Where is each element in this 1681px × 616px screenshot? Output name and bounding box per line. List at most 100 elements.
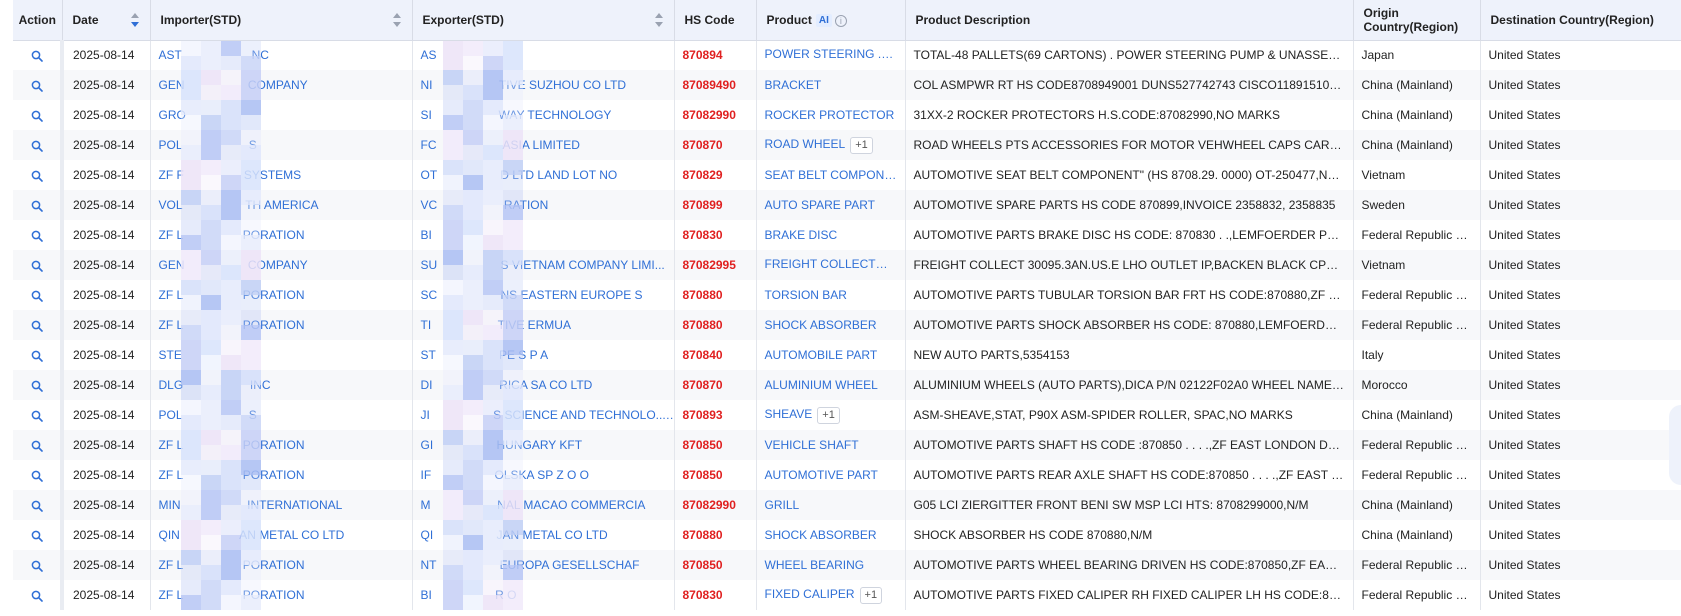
exporter-link[interactable]: SI WAY TECHNOLOGY xyxy=(412,100,675,130)
date-sort-icon[interactable] xyxy=(130,13,140,27)
search-icon[interactable] xyxy=(31,560,43,572)
search-icon[interactable] xyxy=(31,260,43,272)
importer-link[interactable]: GEN COMPANY xyxy=(150,70,413,100)
hs-code-cell[interactable]: 870870 xyxy=(674,130,757,160)
search-icon[interactable] xyxy=(31,200,43,212)
product-link[interactable]: SHEAVE xyxy=(765,407,813,421)
action-cell[interactable] xyxy=(13,310,64,340)
product-cell[interactable]: AUTO SPARE PART xyxy=(756,190,906,220)
col-header-importer[interactable]: Importer(STD) xyxy=(150,0,413,41)
table-row[interactable]: 2025-08-14POL SJI S SCIENCE AND TECHNOLO… xyxy=(13,400,1681,430)
table-row[interactable]: 2025-08-14 ZF L PORATION BI 870830 BRAKE DIS… xyxy=(13,220,1681,250)
exporter-link[interactable]: NI TIVE SUZHOU CO LTD xyxy=(412,70,675,100)
importer-link[interactable]: ZF L PORATION xyxy=(150,430,413,460)
product-link[interactable]: GRILL xyxy=(765,498,800,512)
exporter-link[interactable]: OT D LTD LAND LOT NO xyxy=(412,160,675,190)
search-icon[interactable] xyxy=(31,470,43,482)
importer-link[interactable]: ZF L PORATION xyxy=(150,310,413,340)
exporter-link[interactable]: IF OLSKA SP Z O O xyxy=(412,460,675,490)
product-cell[interactable]: ROAD WHEEL +1 xyxy=(756,130,906,160)
table-row[interactable]: 2025-08-14ZF L PORATIONGI HUNGARY KFT870… xyxy=(13,430,1681,460)
hs-code-cell[interactable]: 870850 xyxy=(674,460,757,490)
hs-code-cell[interactable]: 870830 xyxy=(674,220,757,250)
exporter-link[interactable]: DI RICA SA CO LTD xyxy=(412,370,675,400)
product-cell[interactable]: SHOCK ABSORBER xyxy=(756,520,906,550)
search-icon[interactable] xyxy=(31,230,43,242)
table-row[interactable]: 2025-08-14ZF L PORATIONTI TIVE ERMUA8708… xyxy=(13,310,1681,340)
action-cell[interactable] xyxy=(13,520,64,550)
hs-code-cell[interactable]: 870893 xyxy=(674,400,757,430)
product-link[interactable]: AUTOMOBILE PART xyxy=(765,348,878,362)
importer-sort-icon[interactable] xyxy=(392,13,402,27)
table-row[interactable]: 2025-08-14POL SFC ASIA LIMITED870870ROAD… xyxy=(13,130,1681,160)
product-link[interactable]: BRAKE DISC xyxy=(765,228,838,242)
action-cell[interactable] xyxy=(13,250,64,280)
search-icon[interactable] xyxy=(31,440,43,452)
product-cell[interactable]: VEHICLE SHAFT xyxy=(756,430,906,460)
table-row[interactable]: 2025-08-14DLG INCDI RICA SA CO LTD870870… xyxy=(13,370,1681,400)
product-cell[interactable]: GRILL xyxy=(756,490,906,520)
importer-link[interactable]: GEN COMPANY xyxy=(150,250,413,280)
product-cell[interactable]: BRAKE DISC xyxy=(756,220,906,250)
product-cell[interactable]: ALUMINIUM WHEEL xyxy=(756,370,906,400)
action-cell[interactable] xyxy=(13,70,64,100)
search-icon[interactable] xyxy=(31,590,43,602)
action-cell[interactable] xyxy=(13,280,64,310)
col-header-date[interactable]: Date xyxy=(62,0,151,41)
hs-code-cell[interactable]: 870899 xyxy=(674,190,757,220)
exporter-link[interactable]: BI xyxy=(412,220,675,250)
hs-code-cell[interactable]: 87089490 xyxy=(674,70,757,100)
product-cell[interactable]: TORSION BAR xyxy=(756,280,906,310)
importer-link[interactable]: AST NC xyxy=(150,40,413,70)
hs-code-cell[interactable]: 87082990 xyxy=(674,490,757,520)
search-icon[interactable] xyxy=(31,320,43,332)
action-cell[interactable] xyxy=(13,160,64,190)
action-cell[interactable] xyxy=(13,340,64,370)
importer-link[interactable]: ZF L PORATION xyxy=(150,550,413,580)
importer-name[interactable]: STE xyxy=(159,348,182,362)
search-icon[interactable] xyxy=(31,380,43,392)
action-cell[interactable] xyxy=(13,100,64,130)
hs-code-cell[interactable]: 870880 xyxy=(674,280,757,310)
product-link[interactable]: VEHICLE SHAFT xyxy=(765,438,859,452)
exporter-link[interactable]: FC ASIA LIMITED xyxy=(412,130,675,160)
info-icon[interactable]: i xyxy=(834,14,847,27)
exporter-sort-icon[interactable] xyxy=(654,13,664,27)
search-icon[interactable] xyxy=(31,290,43,302)
more-products-tag[interactable]: +1 xyxy=(859,586,883,604)
hs-code-cell[interactable]: 870894 xyxy=(674,40,757,70)
exporter-link[interactable]: ST PE S P A xyxy=(412,340,675,370)
table-row[interactable]: 2025-08-14 ZF L PORATION BI R O 870830 FIXED… xyxy=(13,580,1681,610)
exporter-link[interactable]: M NAL MACAO COMMERCIA xyxy=(412,490,675,520)
importer-link[interactable]: ZF L PORATION xyxy=(150,280,413,310)
table-row[interactable]: 2025-08-14 ZF L PORATION SC NS EASTERN EUR… xyxy=(13,280,1681,310)
product-cell[interactable]: AUTOMOBILE PART xyxy=(756,340,906,370)
more-products-tag[interactable]: +1 xyxy=(892,46,904,64)
importer-link[interactable]: ZF L PORATION xyxy=(150,460,413,490)
importer-link[interactable]: GRO xyxy=(150,100,413,130)
table-row[interactable]: 2025-08-14 VOL TH AMERICA VC RATION 870899 A… xyxy=(13,190,1681,220)
action-cell[interactable] xyxy=(13,490,64,520)
product-cell[interactable]: BRACKET xyxy=(756,70,906,100)
table-row[interactable]: 2025-08-14ZF L PORATIONIF OLSKA SP Z O O… xyxy=(13,460,1681,490)
table-row[interactable]: 2025-08-14AST NCAS870894POWER STEERING .… xyxy=(13,40,1681,70)
more-products-tag[interactable]: +1 xyxy=(850,136,873,154)
product-link[interactable]: ROAD WHEEL xyxy=(765,137,846,151)
hs-code-cell[interactable]: 870850 xyxy=(674,550,757,580)
exporter-link[interactable]: NT EUROPA GESELLSCHAF xyxy=(412,550,675,580)
hs-code-cell[interactable]: 870870 xyxy=(674,370,757,400)
product-cell[interactable]: SHEAVE +1 xyxy=(756,400,906,430)
product-link[interactable]: TORSION BAR xyxy=(765,288,847,302)
product-link[interactable]: SEAT BELT COMPONENT xyxy=(765,168,905,182)
hs-code-cell[interactable]: 870880 xyxy=(674,520,757,550)
search-icon[interactable] xyxy=(31,140,43,152)
table-row[interactable]: 2025-08-14 STE ST PE S P A 870840 AUTOMOBILE… xyxy=(13,340,1681,370)
table-row[interactable]: 2025-08-14 MIN INTERNATIONAL M NAL MACAO C… xyxy=(13,490,1681,520)
product-link[interactable]: FIXED CALIPER xyxy=(765,587,855,601)
exporter-link[interactable]: BI R O xyxy=(412,580,675,610)
search-icon[interactable] xyxy=(31,350,43,362)
action-cell[interactable] xyxy=(13,190,64,220)
hs-code-cell[interactable]: 870880 xyxy=(674,310,757,340)
importer-link[interactable]: ZF F SYSTEMS xyxy=(150,160,413,190)
product-cell[interactable]: SEAT BELT COMPONENT xyxy=(756,160,906,190)
